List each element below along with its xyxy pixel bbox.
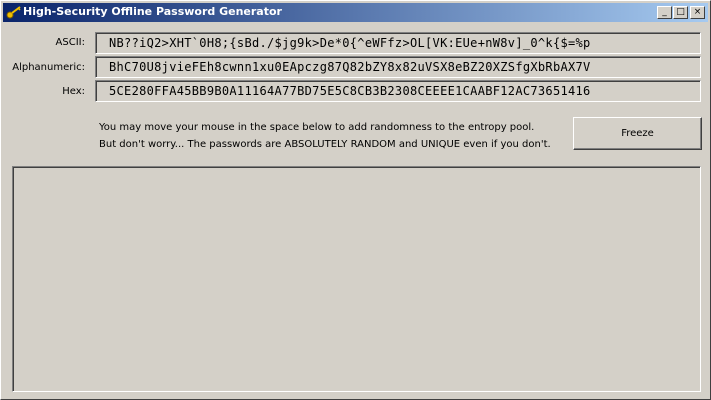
- randomness-note-text: But don't worry... The passwords are ABS…: [99, 139, 551, 150]
- ascii-label: ASCII:: [55, 37, 85, 48]
- close-button[interactable]: ×: [690, 6, 705, 19]
- title-bar[interactable]: High-Security Offline Password Generator…: [3, 3, 708, 22]
- alphanumeric-password-field[interactable]: BhC70U8jvieFEh8cwnn1xu0EApczg87Q82bZY8x8…: [95, 56, 701, 78]
- entropy-mouse-area[interactable]: [12, 166, 701, 392]
- entropy-info-text: You may move your mouse in the space bel…: [99, 122, 535, 133]
- window-title: High-Security Offline Password Generator: [23, 5, 282, 18]
- hex-password-field[interactable]: 5CE280FFA45BB9B0A11164A77BD75E5C8CB3B230…: [95, 80, 701, 102]
- key-icon: [6, 6, 21, 19]
- alphanumeric-label: Alphanumeric:: [12, 62, 85, 73]
- hex-label: Hex:: [62, 86, 85, 97]
- maximize-button[interactable]: □: [673, 6, 688, 19]
- ascii-password-field[interactable]: NB??iQ2>XHT`0H8;{sBd./$jg9k>De*0{^eWFfz>…: [95, 32, 701, 54]
- app-window: High-Security Offline Password Generator…: [0, 0, 711, 400]
- freeze-button[interactable]: Freeze: [573, 117, 702, 150]
- minimize-button[interactable]: _: [657, 6, 672, 19]
